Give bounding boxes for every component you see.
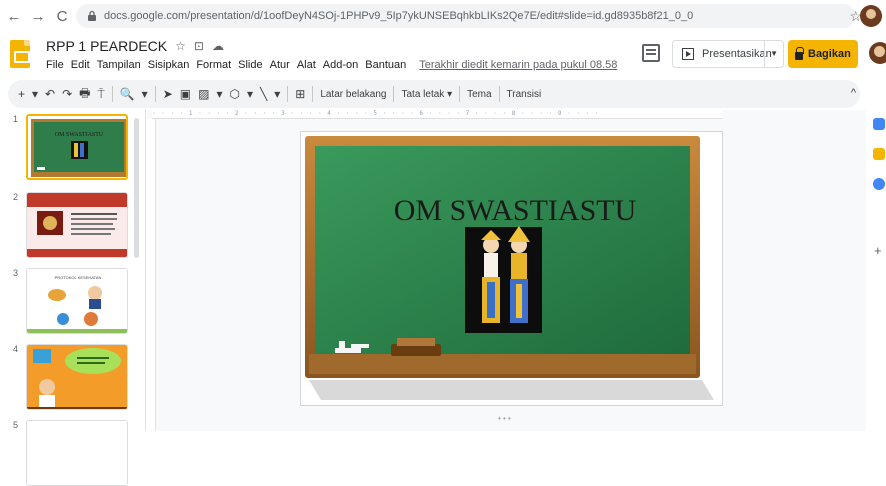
slide-thumbnail-1[interactable]: OM SWASTIASTU [26,114,128,180]
line-dropdown-icon[interactable]: ▾ [274,87,280,101]
slide-thumbnail-4-preview [27,345,127,409]
filmstrip-scrollbar[interactable] [134,118,139,258]
new-slide-dropdown-icon[interactable]: ▾ [32,87,38,101]
slide-number: 2 [13,192,19,202]
reload-icon[interactable]: C [52,6,72,26]
star-icon[interactable]: ☆ [175,39,186,53]
slide-thumbnail-3-preview: PROTOKOL KESEHATAN [27,269,127,333]
move-folder-icon[interactable]: ⊡ [194,39,204,53]
layout-button[interactable]: Tata letak ▾ [401,89,452,100]
slide-thumbnail-4[interactable] [26,344,128,410]
undo-icon[interactable]: ↶ [45,87,55,101]
thumb-1-title: OM SWASTIASTU [55,132,104,138]
speaker-notes-handle[interactable]: • • • [498,414,511,423]
shape-icon[interactable]: ⬡ [229,87,239,101]
last-edit-link[interactable]: Terakhir diedit kemarin pada pukul 08.58 [419,59,617,71]
side-panel-bar: + [866,110,886,431]
slide-number: 5 [13,420,19,430]
slide-thumbnail-1-preview: OM SWASTIASTU [28,116,126,178]
menu-slide[interactable]: Slide [238,59,262,71]
doc-title-row: RPP 1 PEARDECK ☆ ⊡ ☁ [46,38,224,54]
present-label: Presentasikan [702,48,772,60]
line-icon[interactable]: ╲ [260,87,267,101]
select-cursor-icon[interactable]: ➤ [163,87,173,101]
menu-bar: File Edit Tampilan Sisipkan Format Slide… [46,59,617,71]
slides-logo-icon[interactable] [10,40,30,68]
slide-thumbnail-5[interactable] [26,420,128,486]
image-dropdown-icon[interactable]: ▾ [216,87,222,101]
share-label: Bagikan [808,48,851,60]
account-avatar[interactable] [869,42,886,64]
balinese-dancers-image[interactable] [465,226,542,333]
share-button[interactable]: Bagikan [788,40,858,68]
present-button[interactable]: Presentasikan ▼ [672,40,784,68]
text-box-icon[interactable]: ▣ [180,87,191,101]
theme-button[interactable]: Tema [467,89,491,100]
menu-file[interactable]: File [46,59,64,71]
menu-tools[interactable]: Alat [297,59,316,71]
slide-filmstrip: 1 OM SWASTIASTU 2 3 PROTOKOL KESEHATAN 4… [0,110,146,486]
present-icon [682,48,694,60]
keep-icon[interactable] [873,148,885,160]
menu-help[interactable]: Bantuan [365,59,406,71]
slide-title[interactable]: OM SWASTIASTU [394,194,637,227]
zoom-icon[interactable]: 🔍 [120,87,135,101]
slide-thumbnail-3[interactable]: PROTOKOL KESEHATAN [26,268,128,334]
current-slide[interactable]: OM SWASTIASTU [301,132,722,405]
present-dropdown-icon[interactable]: ▼ [770,49,778,58]
slide-number: 1 [13,114,19,124]
calendar-icon[interactable] [873,118,885,130]
document-title[interactable]: RPP 1 PEARDECK [46,38,167,54]
comment-add-icon[interactable]: ⊞ [295,87,305,101]
back-arrow-icon[interactable]: ← [4,6,24,26]
slide-thumbnail-2-preview [27,193,127,257]
background-button[interactable]: Latar belakang [320,89,386,100]
collapse-toolbar-icon[interactable]: ^ [851,87,856,99]
add-addon-icon[interactable]: + [874,243,882,258]
horizontal-ruler[interactable]: · · · · 1 · · · · 2 · · · · 3 · · · · 4 … [152,110,722,119]
menu-addons[interactable]: Add-on [323,59,358,71]
image-icon[interactable]: ▨ [198,87,209,101]
browser-profile-avatar[interactable] [860,5,882,27]
comments-icon[interactable] [642,44,660,62]
lock-icon [88,10,96,21]
slide-content: OM SWASTIASTU [305,136,714,400]
menu-arrange[interactable]: Atur [270,59,290,71]
eraser-top [397,338,435,346]
slide-number: 4 [13,344,19,354]
slide-thumbnail-2[interactable] [26,192,128,258]
transition-button[interactable]: Transisi [507,89,542,100]
app-header: RPP 1 PEARDECK ☆ ⊡ ☁ File Edit Tampilan … [0,32,886,78]
address-bar[interactable]: docs.google.com/presentation/d/1oofDeyN4… [76,4,862,28]
menu-insert[interactable]: Sisipkan [148,59,190,71]
vertical-ruler[interactable] [147,119,156,431]
cloud-status-icon[interactable]: ☁ [212,39,224,53]
shape-dropdown-icon[interactable]: ▾ [247,87,253,101]
redo-icon[interactable]: ↷ [62,87,72,101]
paint-format-icon[interactable]: ⍑ [98,87,105,102]
browser-toolbar: ← → C docs.google.com/presentation/d/1oo… [0,0,886,32]
tasks-icon[interactable] [873,178,885,190]
lock-icon [795,46,804,60]
slide-number: 3 [13,268,19,278]
new-slide-icon[interactable]: + [18,87,25,101]
menu-edit[interactable]: Edit [71,59,90,71]
forward-arrow-icon[interactable]: → [28,6,48,26]
editing-toolbar: + ▾ ↶ ↷ 🖶 ⍑ 🔍 ▾ ➤ ▣ ▨ ▾ ⬡ ▾ ╲ ▾ ⊞ Latar … [8,80,860,108]
print-icon[interactable]: 🖶 [79,84,90,105]
board-shadow [309,380,714,400]
zoom-dropdown-icon[interactable]: ▾ [142,87,148,101]
chalk-tray [309,354,696,374]
menu-view[interactable]: Tampilan [97,59,141,71]
thumb-3-title: PROTOKOL KESEHATAN [55,275,102,280]
menu-format[interactable]: Format [196,59,231,71]
url-text: docs.google.com/presentation/d/1oofDeyN4… [104,10,694,22]
